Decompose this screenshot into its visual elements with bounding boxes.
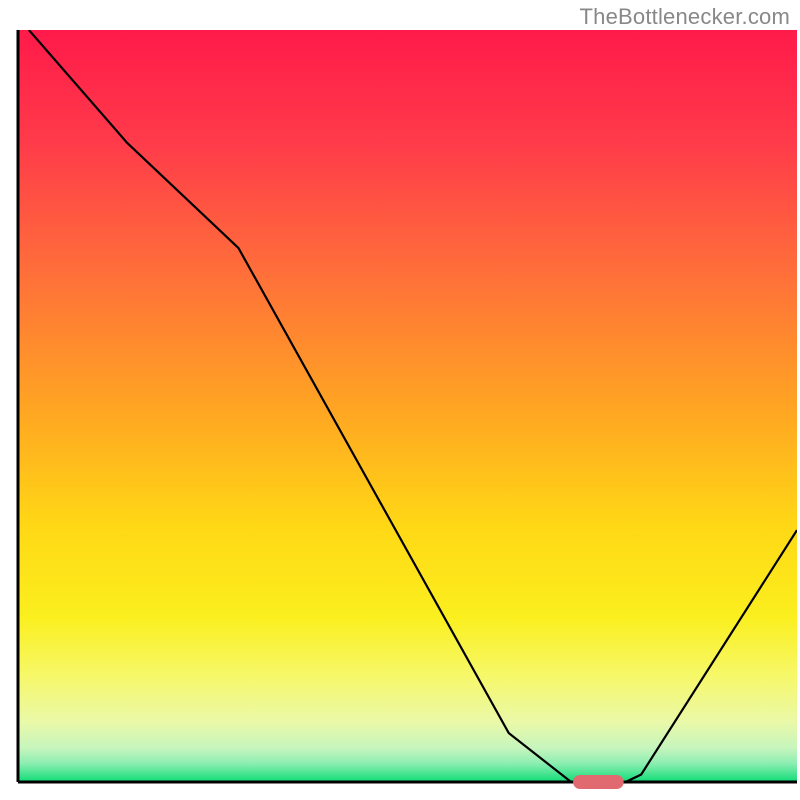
bottleneck-chart: TheBottlenecker.com bbox=[0, 0, 800, 800]
chart-svg bbox=[0, 0, 800, 800]
attribution-label: TheBottlenecker.com bbox=[580, 4, 790, 30]
optimal-marker bbox=[573, 775, 624, 789]
gradient-background bbox=[18, 30, 797, 782]
